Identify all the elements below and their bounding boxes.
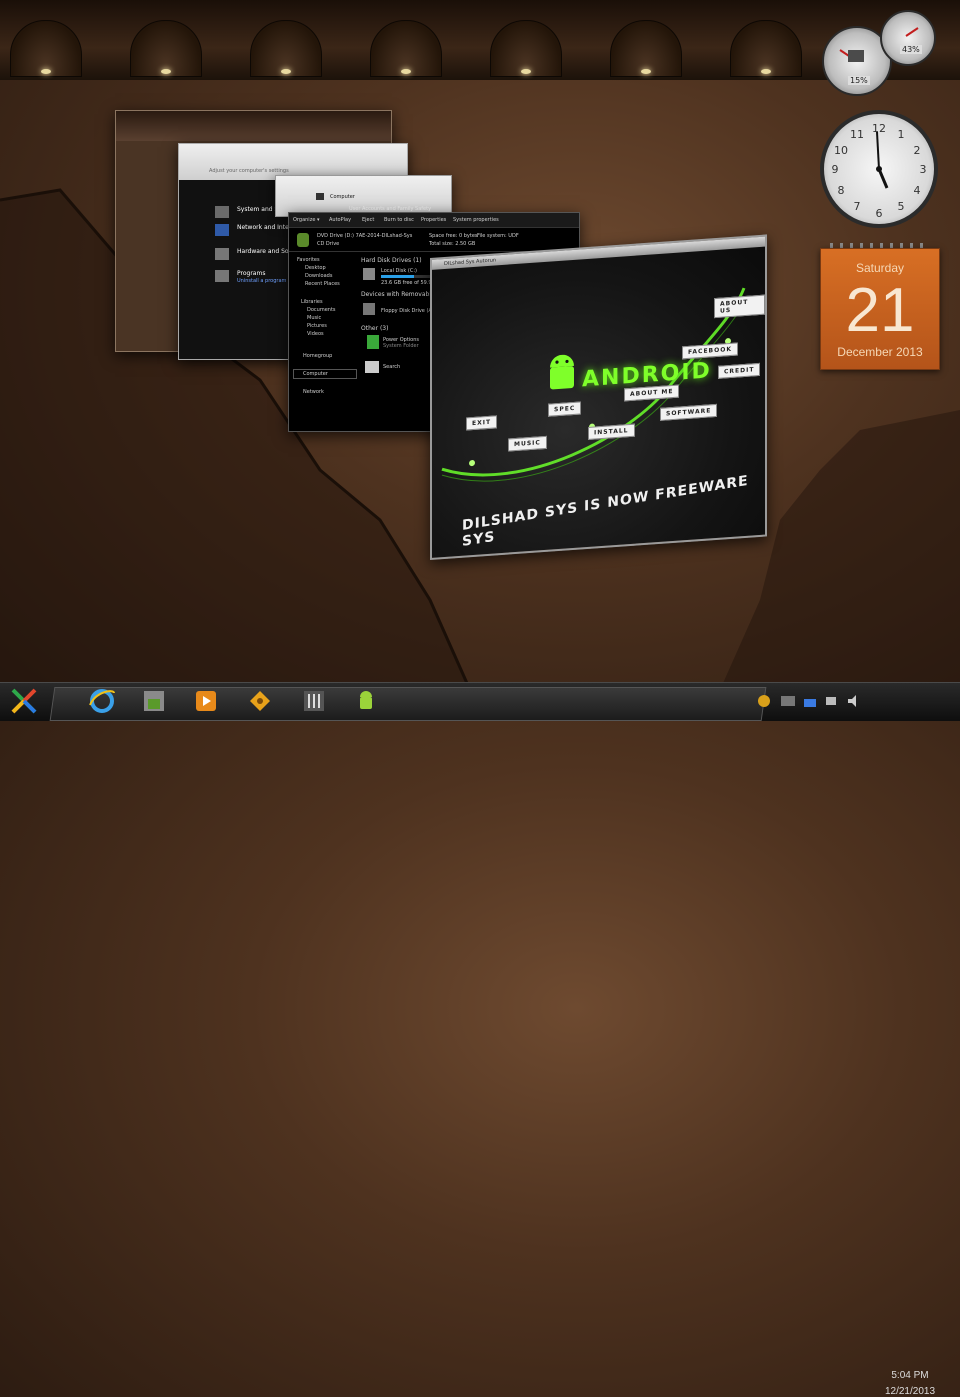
toolbar-system-properties[interactable]: System properties	[453, 217, 499, 223]
svg-text:1: 1	[898, 128, 905, 141]
spec-button[interactable]: SPEC	[548, 401, 582, 417]
toolbar-properties[interactable]: Properties	[421, 217, 446, 223]
computer-icon	[316, 193, 324, 200]
svg-text:5: 5	[898, 200, 905, 213]
taskbar-android[interactable]	[350, 685, 382, 717]
android-logo-icon	[550, 354, 574, 390]
explorer-toolbar: Organize ▾ AutoPlay Eject Burn to disc P…	[289, 213, 579, 228]
group-hard-disk-drives: Hard Disk Drives (1)	[361, 257, 422, 264]
dvd-android-icon	[297, 233, 309, 247]
nav-recent-places[interactable]: Recent Places	[305, 281, 340, 287]
security-icon	[215, 206, 229, 218]
svg-text:9: 9	[832, 163, 839, 176]
network-icon	[215, 224, 229, 236]
dvd-drive-type: CD Drive	[317, 241, 340, 247]
svg-text:12: 12	[872, 122, 886, 135]
taskbar-internet-explorer[interactable]	[86, 685, 118, 717]
hardware-icon	[215, 248, 229, 260]
search-icon	[365, 361, 379, 373]
local-disk-icon	[363, 268, 375, 280]
svg-text:2: 2	[914, 144, 921, 157]
local-disk-usage-bar	[381, 275, 436, 278]
calendar-day-number: 21	[845, 276, 915, 345]
nav-favorites[interactable]: Favorites	[297, 257, 320, 263]
svg-text:6: 6	[876, 207, 883, 220]
toolbar-autoplay[interactable]: AutoPlay	[329, 217, 351, 223]
toolbar-eject[interactable]: Eject	[362, 217, 374, 223]
taskbar: 5:04 PM 12/21/2013	[0, 682, 960, 1397]
nav-homegroup[interactable]: Homegroup	[303, 353, 332, 359]
start-button[interactable]	[8, 685, 40, 717]
nav-downloads[interactable]: Downloads	[305, 273, 332, 279]
memory-value: 43%	[900, 45, 922, 54]
svg-text:3: 3	[920, 163, 927, 176]
autorun-window[interactable]: DILshad Sys Autorun ANDROID ABOUT US FAC…	[430, 234, 767, 560]
clock-face-icon: 12 12 3 45 6 78 9 1011	[832, 122, 927, 220]
nav-desktop[interactable]: Desktop	[305, 265, 326, 271]
taskbar-clock-date[interactable]: 12/21/2013	[870, 1386, 950, 1397]
control-panel-crumb: User Accounts and Family Safety	[349, 206, 432, 212]
svg-text:7: 7	[854, 200, 861, 213]
android-icon	[360, 691, 372, 709]
internet-explorer-icon	[89, 689, 115, 713]
calendar-month-year: December 2013	[837, 345, 923, 359]
media-player-icon	[196, 691, 216, 711]
taskbar-games[interactable]	[244, 685, 276, 717]
calendar-gadget[interactable]: Saturday 21 December 2013	[820, 248, 940, 370]
exit-button[interactable]: EXIT	[466, 415, 498, 431]
programs-icon	[215, 270, 229, 282]
power-options-sub: System Folder	[383, 343, 419, 349]
mixer-icon	[304, 691, 324, 711]
nav-computer[interactable]: Computer	[303, 371, 328, 377]
toolbar-organize[interactable]: Organize ▾	[293, 217, 320, 223]
address-bar[interactable]: Computer	[330, 194, 355, 200]
taskbar-mixer[interactable]	[298, 685, 330, 717]
nav-network[interactable]: Network	[303, 389, 324, 395]
start-icon	[11, 688, 37, 714]
local-disk-name[interactable]: Local Disk (C:)	[381, 268, 417, 274]
control-panel-heading: Adjust your computer's settings	[209, 168, 289, 174]
svg-text:4: 4	[914, 184, 921, 197]
desktop[interactable]: 15% 43% 12 1 2 345 678 9 10 11 Saturday 21 D…	[0, 0, 960, 720]
floppy-drive[interactable]: Floppy Disk Drive (A:)	[381, 308, 435, 314]
tray-volume-icon[interactable]	[846, 693, 862, 709]
dvd-total-size: Total size: 2.50 GB	[429, 241, 476, 247]
floppy-icon	[363, 303, 375, 315]
power-options-icon	[367, 335, 379, 349]
toolbar-burn[interactable]: Burn to disc	[384, 217, 414, 223]
search-folder[interactable]: Search	[383, 364, 400, 370]
tray-action-center-icon[interactable]	[824, 693, 840, 709]
preview-arch-strip	[116, 111, 391, 141]
taskbar-clock-time[interactable]: 5:04 PM	[870, 1370, 950, 1381]
about-us-button[interactable]: ABOUT US	[714, 294, 765, 319]
clock-gadget[interactable]: 12 1 2 3 45 6 78 9 10 11	[820, 110, 938, 228]
group-other: Other (3)	[361, 325, 389, 332]
tray-network-icon[interactable]	[802, 693, 818, 709]
dvd-file-system: File system: UDF	[477, 233, 519, 239]
tray-display-icon[interactable]	[780, 693, 796, 709]
cpu-value: 15%	[848, 76, 870, 85]
category-programs[interactable]: Programs	[237, 270, 265, 277]
svg-text:11: 11	[850, 128, 864, 141]
dvd-drive-name: DVD Drive (D:) 7AE-2014-DILshad-Sys	[317, 233, 413, 239]
taskbar-media-player[interactable]	[190, 685, 222, 717]
calendar-weekday: Saturday	[855, 261, 905, 275]
music-button[interactable]: MUSIC	[508, 435, 547, 452]
tray-app-icon[interactable]	[756, 693, 772, 709]
nav-music[interactable]: Music	[307, 315, 321, 321]
taskbar-explorer[interactable]	[138, 685, 170, 717]
nav-documents[interactable]: Documents	[307, 307, 336, 313]
uninstall-program-link[interactable]: Uninstall a program	[237, 278, 286, 284]
svg-text:8: 8	[838, 184, 845, 197]
nav-pictures[interactable]: Pictures	[307, 323, 327, 329]
nav-videos[interactable]: Videos	[307, 331, 324, 337]
nav-libraries[interactable]: Libraries	[301, 299, 323, 305]
explorer-icon	[144, 691, 164, 711]
svg-text:10: 10	[834, 144, 848, 157]
dvd-space-free: Space free: 0 bytes	[429, 233, 478, 239]
games-icon	[250, 691, 270, 711]
